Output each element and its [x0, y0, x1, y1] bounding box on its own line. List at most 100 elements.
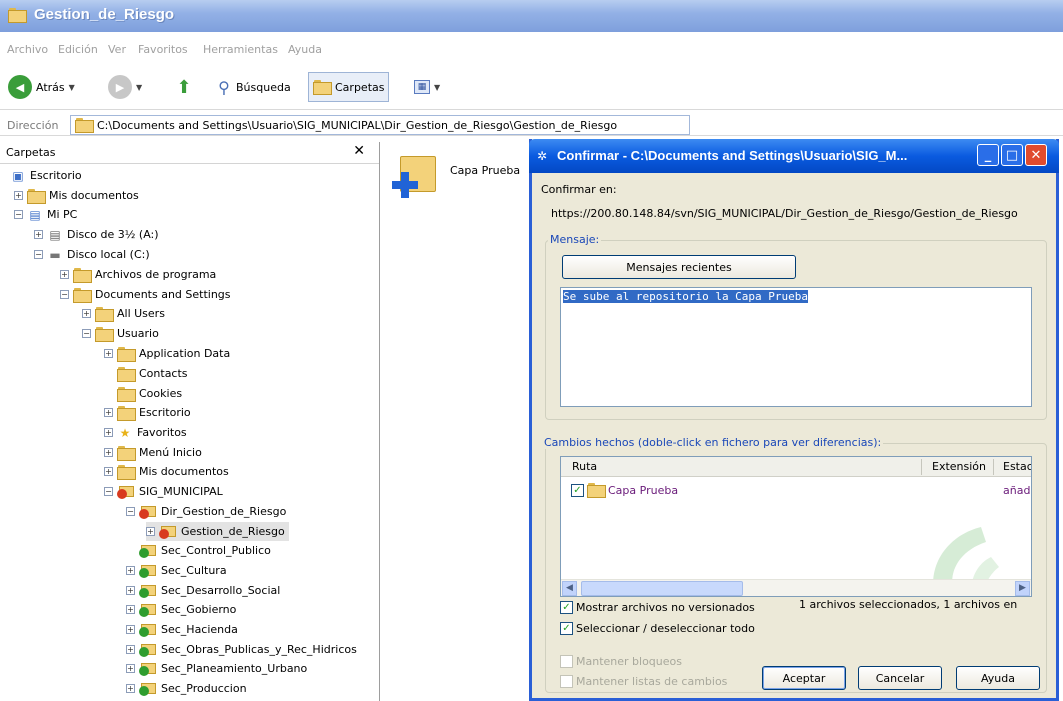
tree-item[interactable]: + ▤ Disco de 3½ (A:) — [34, 225, 159, 244]
collapse-icon[interactable]: − — [104, 487, 113, 496]
changes-list[interactable]: Ruta Extensión Estac ✓ Capa Prueba añadi… — [560, 456, 1032, 597]
expand-icon[interactable]: + — [34, 230, 43, 239]
column-estado[interactable]: Estac — [1003, 460, 1031, 473]
column-ruta[interactable]: Ruta — [572, 460, 597, 473]
expand-icon[interactable]: + — [104, 349, 113, 358]
show-unversioned-checkbox[interactable]: ✓ Mostrar archivos no versionados — [560, 601, 755, 614]
menu-ver[interactable]: Ver — [108, 43, 126, 56]
list-header: Ruta Extensión Estac — [561, 457, 1031, 477]
scroll-right-icon[interactable]: ▶ — [1015, 581, 1030, 596]
tree-item[interactable]: + Escritorio — [104, 403, 191, 422]
tree-item[interactable]: Sec_Control_Publico — [126, 541, 271, 560]
scroll-left-icon[interactable]: ◀ — [562, 581, 577, 596]
cancel-button[interactable]: Cancelar — [858, 666, 942, 690]
tree-item[interactable]: Contacts — [104, 364, 188, 383]
tree-item-label: Sec_Gobierno — [161, 603, 237, 616]
expand-icon[interactable]: + — [146, 527, 155, 536]
address-field[interactable]: C:\Documents and Settings\Usuario\SIG_MU… — [70, 115, 690, 135]
tree-item[interactable]: − SIG_MUNICIPAL — [104, 482, 223, 501]
collapse-icon[interactable]: − — [34, 250, 43, 259]
ok-button[interactable]: Aceptar — [762, 666, 846, 690]
tree-item[interactable]: + Mis documentos — [14, 186, 139, 205]
expand-icon[interactable]: + — [14, 191, 23, 200]
tree-item[interactable]: − Documents and Settings — [60, 285, 231, 304]
tree-item[interactable]: + All Users — [82, 304, 165, 323]
tree-item[interactable]: + Sec_Obras_Publicas_y_Rec_Hidricos — [126, 640, 357, 659]
folder-icon — [95, 326, 114, 342]
menu-edicion[interactable]: Edición — [58, 43, 98, 56]
table-row[interactable]: ✓ Capa Prueba añadi — [571, 483, 1031, 498]
expand-icon[interactable]: + — [126, 664, 135, 673]
search-button[interactable]: ⚲ Búsqueda — [216, 72, 291, 102]
tree-item[interactable]: + Archivos de programa — [60, 265, 216, 284]
tree-item[interactable]: + Sec_Produccion — [126, 679, 247, 698]
expand-icon[interactable]: + — [126, 684, 135, 693]
horizontal-scrollbar[interactable]: ◀ ▶ — [561, 579, 1031, 596]
menu-ayuda[interactable]: Ayuda — [288, 43, 322, 56]
forward-arrow-icon: ▶ — [108, 75, 132, 99]
tree-item[interactable]: + ★ Favoritos — [104, 423, 187, 442]
checkbox-checked[interactable]: ✓ — [560, 622, 573, 635]
collapse-icon[interactable]: − — [14, 210, 23, 219]
search-label: Búsqueda — [236, 80, 291, 94]
expand-icon[interactable]: + — [126, 625, 135, 634]
keep-locks-checkbox[interactable]: Mantener bloqueos — [560, 655, 682, 668]
hard-drive-icon: ▬ — [49, 247, 61, 262]
up-folder-button[interactable]: ⬆ — [176, 72, 192, 102]
tree-item[interactable]: Cookies — [104, 384, 182, 403]
recent-messages-button[interactable]: Mensajes recientes — [562, 255, 796, 279]
expand-icon[interactable]: + — [126, 566, 135, 575]
select-all-checkbox[interactable]: ✓ Seleccionar / deseleccionar todo — [560, 622, 755, 635]
checkbox-unchecked[interactable] — [560, 675, 573, 688]
expand-icon[interactable]: + — [82, 309, 91, 318]
tree-item[interactable]: + Sec_Gobierno — [126, 600, 236, 619]
expand-icon[interactable]: + — [126, 586, 135, 595]
tree-item[interactable]: + Application Data — [104, 344, 230, 363]
tree-item[interactable]: + Sec_Cultura — [126, 561, 227, 580]
keep-changelists-checkbox[interactable]: Mantener listas de cambios — [560, 675, 727, 688]
tree-item[interactable]: + Mis documentos — [104, 462, 229, 481]
menu-favoritos[interactable]: Favoritos — [138, 43, 188, 56]
menu-herramientas[interactable]: Herramientas — [203, 43, 278, 56]
tree-item[interactable]: − ▤ Mi PC — [14, 205, 77, 224]
tree-item[interactable]: − Dir_Gestion_de_Riesgo — [126, 502, 286, 521]
expand-icon[interactable]: + — [104, 408, 113, 417]
checkbox-checked[interactable]: ✓ — [560, 601, 573, 614]
window-title: Gestion_de_Riesgo — [34, 6, 175, 23]
expand-icon[interactable]: + — [104, 448, 113, 457]
tree-item[interactable]: − ▬ Disco local (C:) — [34, 245, 150, 264]
tree-item[interactable]: + Menú Inicio — [104, 443, 202, 462]
collapse-icon[interactable]: − — [60, 290, 69, 299]
expand-icon[interactable]: + — [60, 270, 69, 279]
maximize-button[interactable]: □ — [1001, 144, 1023, 166]
expand-icon[interactable]: + — [126, 645, 135, 654]
checkbox-unchecked[interactable] — [560, 655, 573, 668]
close-button[interactable]: ✕ — [1025, 144, 1047, 166]
views-button[interactable]: ▦ ▼ — [414, 72, 440, 102]
close-icon[interactable]: ✕ — [353, 143, 365, 159]
menu-archivo[interactable]: Archivo — [7, 43, 48, 56]
tree-item[interactable]: + Sec_Desarrollo_Social — [126, 581, 280, 600]
minimize-button[interactable]: _ — [977, 144, 999, 166]
folders-button[interactable]: Carpetas — [308, 72, 390, 102]
tree-item[interactable]: + Sec_Hacienda — [126, 620, 238, 639]
collapse-icon[interactable]: − — [126, 507, 135, 516]
commit-dialog: ✲ Confirmar - C:\Documents and Settings\… — [529, 139, 1059, 701]
row-status: añadi — [1003, 483, 1032, 497]
collapse-icon[interactable]: − — [82, 329, 91, 338]
scroll-thumb[interactable] — [581, 581, 743, 596]
help-button[interactable]: Ayuda — [956, 666, 1040, 690]
expand-icon[interactable]: + — [104, 467, 113, 476]
tree-item-selected[interactable]: + Gestion_de_Riesgo — [146, 522, 289, 541]
commit-message-textarea[interactable]: Se sube al repositorio la Capa Prueba — [560, 287, 1032, 407]
expand-icon[interactable]: + — [126, 605, 135, 614]
back-button[interactable]: ◀ Atrás ▼ — [8, 72, 75, 102]
column-extension[interactable]: Extensión — [932, 460, 986, 473]
tree-item[interactable]: + Sec_Planeamiento_Urbano — [126, 659, 307, 678]
tree-item[interactable]: − Usuario — [82, 324, 159, 343]
tree-item[interactable]: ▣ Escritorio — [10, 166, 81, 185]
file-item-capa-prueba[interactable]: Capa Prueba — [392, 152, 520, 202]
row-checkbox[interactable]: ✓ — [571, 483, 584, 497]
forward-button[interactable]: ▶ ▼ — [108, 72, 142, 102]
expand-icon[interactable]: + — [104, 428, 113, 437]
